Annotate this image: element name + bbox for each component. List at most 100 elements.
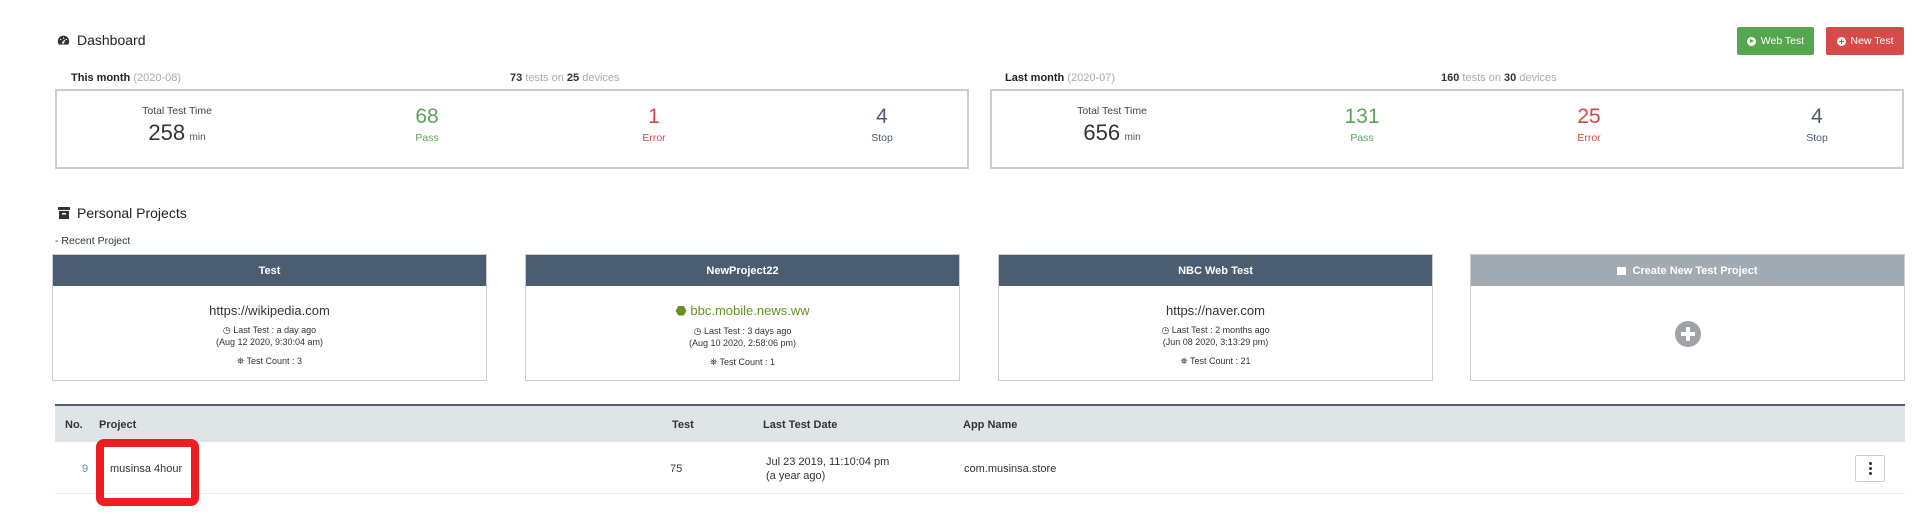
this-month-label-text: This month — [71, 72, 131, 84]
project-card-nbc-web-test[interactable]: NBC Web Test https://naver.com ◷ Last Te… — [998, 254, 1433, 381]
test-count: Test Count : 3 — [246, 356, 303, 366]
col-test[interactable]: Test — [672, 419, 694, 431]
test-count: Test Count : 1 — [719, 357, 776, 367]
plus-circle-icon — [1836, 36, 1846, 46]
total-time-unit: min — [189, 132, 206, 143]
last-month-tests-word: tests on — [1462, 72, 1501, 84]
card-title: NBC Web Test — [1178, 264, 1253, 277]
this-month-pass: 68 Pass — [367, 105, 487, 144]
new-test-label: New Test — [1850, 35, 1894, 47]
last-test-date: (Jun 08 2020, 3:13:29 pm) — [1162, 337, 1269, 347]
test-count: Test Count : 21 — [1190, 356, 1251, 366]
clock-icon: ◷ — [693, 326, 704, 336]
projects-table-header: No. Project Test Last Test Date App Name — [55, 404, 1905, 442]
card-url-text: bbc.mobile.news.ww — [690, 303, 810, 318]
last-month-stats-box: Total Test Time 656 min 131 Pass 25 Erro… — [990, 89, 1904, 169]
this-month-summary: 73 tests on 25 devices — [510, 72, 620, 84]
clock-icon: ◷ — [222, 325, 234, 335]
col-app-name[interactable]: App Name — [963, 419, 1017, 431]
personal-projects-title: Personal Projects — [58, 205, 187, 221]
last-month-label: Last month (2020-07) — [1005, 72, 1115, 84]
card-last-test: ◷ Last Test : 2 months ago (Jun 08 2020,… — [999, 324, 1432, 348]
binoculars-icon: ⛯ — [709, 357, 720, 367]
card-last-test: ◷ Last Test : a day ago (Aug 12 2020, 9:… — [53, 324, 486, 348]
last-month-total-time: Total Test Time 656 min — [1052, 105, 1172, 146]
clock-icon: ◷ — [1161, 325, 1172, 335]
dashboard-icon — [57, 35, 70, 45]
highlight-box — [96, 439, 199, 506]
android-icon: ⬣ — [675, 303, 691, 318]
error-count: 1 — [648, 105, 660, 128]
last-month-error: 25 Error — [1529, 105, 1649, 144]
card-header: NBC Web Test — [999, 255, 1432, 286]
last-month-period: (2020-07) — [1067, 72, 1116, 84]
this-month-error: 1 Error — [594, 105, 714, 144]
error-count: 25 — [1577, 105, 1601, 128]
web-test-label: Web Test — [1760, 35, 1805, 47]
web-test-button[interactable]: Web Test — [1737, 27, 1814, 55]
row-more-options-button[interactable] — [1855, 455, 1885, 482]
archive-icon — [58, 207, 70, 219]
last-test-date: (Aug 10 2020, 2:58:06 pm) — [688, 338, 797, 348]
kebab-dot-icon — [1868, 467, 1872, 470]
total-time-unit: min — [1124, 132, 1141, 143]
row-test: 75 — [670, 463, 683, 475]
last-test-date: (Aug 12 2020, 9:30:04 am) — [215, 337, 324, 347]
last-month-stop: 4 Stop — [1757, 105, 1877, 144]
pass-label: Pass — [415, 132, 439, 144]
card-header: Create New Test Project — [1471, 255, 1904, 286]
new-test-button[interactable]: New Test — [1826, 27, 1904, 55]
last-month-pass: 131 Pass — [1302, 105, 1422, 144]
binoculars-icon: ⛯ — [236, 356, 247, 366]
last-month-label-text: Last month — [1005, 72, 1065, 84]
total-time-value: 258 — [148, 120, 186, 145]
table-row[interactable]: 9 musinsa 4hour 75 Jul 23 2019, 11:10:04… — [55, 442, 1905, 494]
pass-count: 68 — [415, 105, 439, 128]
project-card-test[interactable]: Test https://wikipedia.com ◷ Last Test :… — [52, 254, 487, 381]
card-last-test: ◷ Last Test : 3 days ago (Aug 10 2020, 2… — [526, 325, 959, 349]
last-test-text: Last Test : 3 days ago — [703, 326, 792, 336]
row-relative-date: (a year ago) — [766, 470, 826, 482]
card-url: https://wikipedia.com — [209, 303, 330, 318]
this-month-stop: 4 Stop — [822, 105, 942, 144]
total-time-value: 656 — [1083, 120, 1121, 145]
this-month-tests: 73 — [510, 72, 523, 84]
col-last-test-date[interactable]: Last Test Date — [763, 419, 837, 431]
card-header: NewProject22 — [526, 255, 959, 286]
card-header: Test — [53, 255, 486, 286]
this-month-tests-word: tests on — [525, 72, 564, 84]
stop-count: 4 — [876, 105, 888, 128]
create-project-label: Create New Test Project — [1632, 264, 1758, 277]
total-time-label: Total Test Time — [142, 105, 212, 117]
last-month-summary: 160 tests on 30 devices — [1441, 72, 1557, 84]
add-project-icon[interactable] — [1675, 321, 1701, 347]
last-month-devices-word: devices — [1519, 72, 1557, 84]
create-project-card[interactable]: Create New Test Project — [1470, 254, 1905, 381]
col-no[interactable]: No. — [65, 419, 83, 431]
last-month-devices: 30 — [1504, 72, 1517, 84]
kebab-dot-icon — [1868, 462, 1872, 465]
row-app-name: com.musinsa.store — [964, 463, 1057, 475]
col-project[interactable]: Project — [99, 419, 136, 431]
this-month-stats-box: Total Test Time 258 min 68 Pass 1 Error … — [55, 89, 969, 169]
error-label: Error — [642, 132, 666, 144]
total-time-label: Total Test Time — [1077, 105, 1147, 117]
this-month-period: (2020-08) — [133, 72, 182, 84]
this-month-devices-word: devices — [582, 72, 620, 84]
card-url: https://naver.com — [1166, 303, 1265, 318]
pass-label: Pass — [1350, 132, 1374, 144]
stop-label: Stop — [1806, 132, 1828, 144]
last-test-text: Last Test : 2 months ago — [1171, 325, 1270, 335]
row-last-test-date: Jul 23 2019, 11:10:04 pm (a year ago) — [766, 455, 889, 483]
this-month-label: This month (2020-08) — [71, 72, 181, 84]
last-test-text: Last Test : a day ago — [233, 325, 317, 335]
project-card-newproject22[interactable]: NewProject22 ⬣ bbc.mobile.news.ww ◷ Last… — [525, 254, 960, 381]
pass-count: 131 — [1344, 105, 1380, 128]
recent-project-label: - Recent Project — [55, 235, 131, 247]
dashboard-title-text: Dashboard — [77, 32, 146, 48]
row-no: 9 — [82, 463, 89, 475]
archive-icon — [1617, 266, 1627, 275]
dashboard-title: Dashboard — [57, 32, 146, 48]
card-title: NewProject22 — [706, 264, 779, 277]
error-label: Error — [1577, 132, 1601, 144]
